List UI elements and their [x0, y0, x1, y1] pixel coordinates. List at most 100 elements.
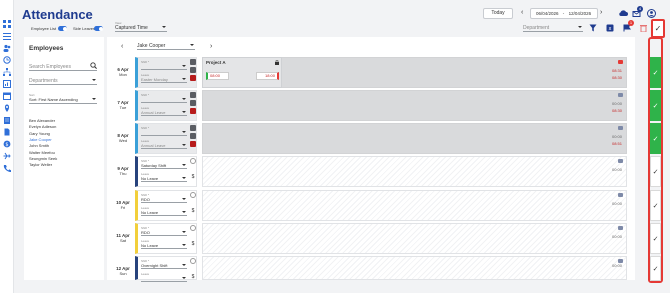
comment-icon[interactable]	[618, 226, 623, 230]
calendar-icon[interactable]	[3, 92, 11, 100]
employee-department-select[interactable]: Departments	[29, 78, 97, 85]
clock-icon[interactable]	[190, 100, 196, 106]
timeline-area[interactable]: 00:00	[202, 223, 627, 254]
leave-select[interactable]: No Leave	[141, 176, 187, 182]
department-filter-select[interactable]: Department	[523, 25, 583, 32]
leave-select[interactable]: Easter Monday	[141, 77, 187, 83]
leave-select[interactable]: No Leave	[141, 243, 187, 249]
clock-icon[interactable]	[190, 133, 196, 139]
document-icon[interactable]	[3, 128, 11, 136]
side-leaves-toggle[interactable]	[94, 26, 103, 31]
settings-icon[interactable]	[190, 225, 196, 231]
report-icon[interactable]	[3, 80, 11, 88]
settings-icon[interactable]	[190, 258, 196, 264]
employee-list-item[interactable]: Evelyn Adleson	[29, 124, 56, 129]
clock-icon[interactable]	[3, 56, 11, 64]
date-range-picker[interactable]: 06/04/2026 - 12/04/2026	[530, 8, 598, 19]
timeline-area[interactable]: 00:00	[202, 156, 627, 187]
settings-icon[interactable]	[190, 92, 196, 98]
employee-list-item[interactable]: Taylor Weller	[29, 162, 52, 167]
employee-list-item[interactable]: John Smith	[29, 143, 49, 148]
settings-icon[interactable]	[190, 125, 196, 131]
money-icon[interactable]	[190, 75, 196, 81]
clock-icon[interactable]	[190, 166, 196, 172]
location-icon[interactable]	[3, 104, 11, 112]
timeline-area[interactable]: 00:00	[202, 256, 627, 280]
money-icon[interactable]: $	[190, 241, 196, 247]
plane-icon[interactable]	[3, 152, 11, 160]
list-icon[interactable]	[3, 32, 11, 40]
employee-list-item[interactable]: Ben Alexander	[29, 118, 55, 123]
start-time-field[interactable]: 08:00	[206, 72, 229, 80]
search-icon[interactable]	[90, 62, 97, 69]
previous-week-icon[interactable]: ‹	[521, 9, 523, 17]
comment-icon[interactable]	[618, 60, 623, 64]
phone-icon[interactable]	[3, 164, 11, 172]
employee-search-input[interactable]: Search Employees	[29, 64, 97, 71]
leave-select[interactable]: Annual Leave	[141, 110, 187, 116]
money-icon[interactable]: $	[3, 140, 11, 148]
view-select[interactable]: Captured Time	[115, 25, 167, 32]
approve-day-button[interactable]: ✓	[650, 57, 661, 88]
shift-select[interactable]: Saturday Shift	[141, 163, 187, 169]
employee-select[interactable]: Jake Cooper	[137, 43, 195, 50]
timeline-area[interactable]: 00:00 08:30	[202, 90, 627, 121]
today-button[interactable]: Today	[483, 8, 513, 19]
shift-select[interactable]	[141, 130, 187, 136]
hierarchy-icon[interactable]	[3, 68, 11, 76]
timeline-area[interactable]: 00:00	[202, 190, 627, 221]
cloud-download-icon[interactable]	[619, 9, 628, 18]
leave-select[interactable]: Annual Leave	[141, 143, 187, 149]
comment-icon[interactable]	[618, 159, 623, 163]
people-icon[interactable]	[3, 44, 11, 52]
employee-list-item[interactable]: Gary Young	[29, 131, 50, 136]
project-block[interactable]: Project A 08:00 18:00	[202, 57, 282, 88]
shift-select[interactable]	[141, 64, 187, 70]
clock-icon[interactable]	[190, 67, 196, 73]
user-avatar-icon[interactable]	[647, 9, 656, 18]
approve-day-button[interactable]: ✓	[650, 123, 661, 154]
dashboard-icon[interactable]	[3, 20, 11, 28]
filter-icon[interactable]	[589, 24, 597, 32]
approve-day-button[interactable]: ✓	[650, 223, 661, 254]
end-time-field[interactable]: 18:00	[256, 72, 279, 80]
next-employee-icon[interactable]: ›	[210, 43, 212, 51]
money-icon[interactable]: $	[190, 274, 196, 280]
shift-select[interactable]	[141, 97, 187, 103]
money-icon[interactable]: $	[190, 174, 196, 180]
approve-day-button[interactable]: ✓	[650, 256, 661, 281]
view-select-value: Captured Time	[115, 25, 148, 31]
money-icon[interactable]	[190, 141, 196, 147]
export-excel-icon[interactable]: x	[606, 24, 614, 32]
clock-icon[interactable]	[190, 266, 196, 272]
employee-list-toggle[interactable]	[58, 26, 67, 31]
employee-list-item[interactable]: Walter Meefou	[29, 150, 55, 155]
comment-icon[interactable]	[618, 126, 623, 130]
shift-select[interactable]: RDO	[141, 197, 187, 203]
comment-icon[interactable]	[618, 93, 623, 97]
sort-select[interactable]: Sort: First Name Ascending	[29, 97, 97, 104]
clock-icon[interactable]	[190, 233, 196, 239]
settings-icon[interactable]	[190, 158, 196, 164]
approve-day-button[interactable]: ✓	[650, 90, 661, 121]
clock-icon[interactable]	[190, 200, 196, 206]
leave-select[interactable]	[141, 276, 187, 282]
leave-select[interactable]: No Leave	[141, 210, 187, 216]
employee-list-item[interactable]: Seungmin Seek	[29, 156, 57, 161]
next-week-icon[interactable]: ›	[600, 9, 602, 17]
settings-icon[interactable]	[190, 192, 196, 198]
approve-all-button[interactable]: ✓	[651, 19, 665, 38]
approve-day-button[interactable]: ✓	[650, 156, 661, 187]
shift-select[interactable]: Overnight Shift	[141, 263, 187, 269]
timeline-area[interactable]: 00:00 08:51	[202, 123, 627, 154]
approve-day-button[interactable]: ✓	[650, 190, 661, 221]
money-icon[interactable]: $	[190, 208, 196, 214]
delete-icon[interactable]	[640, 24, 647, 32]
previous-employee-icon[interactable]: ‹	[121, 43, 123, 51]
money-icon[interactable]	[190, 108, 196, 114]
employee-list-item[interactable]: Jake Cooper	[29, 137, 52, 142]
building-icon[interactable]	[3, 116, 11, 124]
settings-icon[interactable]	[190, 59, 196, 65]
comment-icon[interactable]	[618, 193, 623, 197]
shift-select[interactable]: RDO	[141, 230, 187, 236]
